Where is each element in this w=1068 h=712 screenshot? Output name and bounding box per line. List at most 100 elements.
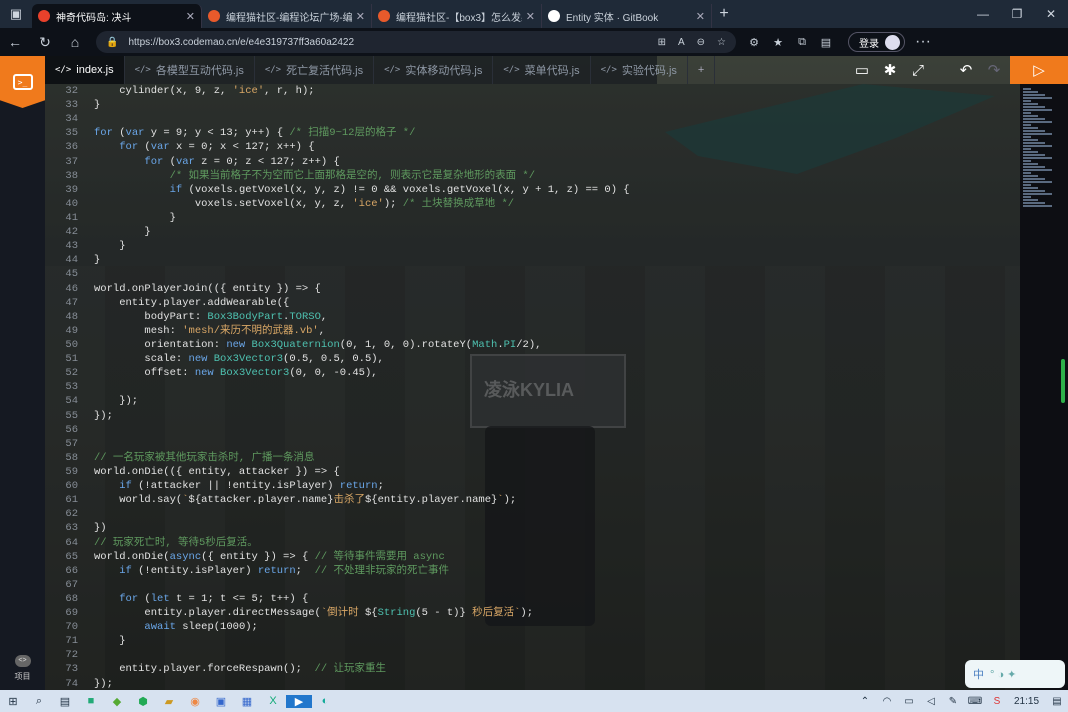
code-line[interactable]: 57 (45, 437, 1020, 451)
app-icon-green[interactable]: ◆ (104, 695, 130, 708)
code-line[interactable]: 59 world.onDie(({ entity, attacker }) => … (45, 465, 1020, 479)
expand-icon[interactable]: ⤢ (904, 62, 932, 79)
code-line[interactable]: 61 world.say(`${attacker.player.name}击杀了… (45, 493, 1020, 507)
code-line[interactable]: 66 if (!entity.isPlayer) return; // 不处理非… (45, 564, 1020, 578)
code-line[interactable]: 58 // 一名玩家被其他玩家击杀时, 广播一条消息 (45, 451, 1020, 465)
code-line[interactable]: 64 // 玩家死亡时, 等待5秒后复活。 (45, 536, 1020, 550)
editor-tab[interactable]: </> 死亡复活代码.js (255, 56, 375, 84)
code-line[interactable]: 43 } (45, 239, 1020, 253)
chrome-icon[interactable]: ◉ (182, 695, 208, 708)
excel-icon[interactable]: X (260, 695, 286, 707)
code-line[interactable]: 67 (45, 578, 1020, 592)
code-line[interactable]: 40 voxels.setVoxel(x, y, z, 'ice'); /* 土… (45, 197, 1020, 211)
editor-tab[interactable]: </> 菜单代码.js (493, 56, 591, 84)
code-line[interactable]: 73 entity.player.forceRespawn(); // 让玩家重… (45, 662, 1020, 676)
code-line[interactable]: 44} (45, 253, 1020, 267)
code-line[interactable]: 37 for (var z = 0; z < 127; z++) { (45, 155, 1020, 169)
volume-icon[interactable]: ◁ (920, 696, 942, 707)
clock[interactable]: 21:15 (1014, 696, 1039, 707)
collections-icon[interactable]: ⧉ (790, 36, 814, 49)
code-line[interactable]: 65 world.onDie(async({ entity }) => { // … (45, 550, 1020, 564)
close-tab-icon[interactable]: ✕ (696, 10, 705, 23)
code-line[interactable]: 69 entity.player.directMessage(`倒计时 ${St… (45, 606, 1020, 620)
browser-tab[interactable]: 编程猫社区-【box3】怎么发射实 ✕ (372, 4, 542, 28)
code-line[interactable]: 55}); (45, 409, 1020, 423)
code-line[interactable]: 35 for (var y = 9; y < 13; y++) { /* 扫描9~… (45, 126, 1020, 140)
shield-icon[interactable]: ⬢ (130, 695, 156, 708)
close-window-icon[interactable]: ✕ (1034, 7, 1068, 21)
favorite-add-icon[interactable]: ☆ (717, 37, 726, 48)
code-line[interactable]: 70 await sleep(1000); (45, 620, 1020, 634)
code-line[interactable]: 42 } (45, 225, 1020, 239)
editor-tab[interactable]: </> 实体移动代码.js (374, 56, 494, 84)
close-tab-icon[interactable]: ✕ (356, 10, 365, 23)
add-file-tab-button[interactable]: + (688, 56, 716, 84)
code-line[interactable]: 49 mesh: 'mesh/来历不明的武器.vb', (45, 324, 1020, 338)
start-icon[interactable]: ⊞ (0, 695, 26, 708)
read-aloud-icon[interactable]: A (678, 37, 685, 48)
code-line[interactable]: 32 cylinder(x, 9, z, 'ice', r, h); (45, 84, 1020, 98)
code-line[interactable]: 71 } (45, 634, 1020, 648)
code-line[interactable]: 33} (45, 98, 1020, 112)
comment-icon[interactable]: ▭ (848, 61, 876, 79)
code-line[interactable]: 68 for (let t = 1; t <= 5; t++) { (45, 592, 1020, 606)
code-line[interactable]: 50 orientation: new Box3Quaternion(0, 1,… (45, 338, 1020, 352)
code-line[interactable]: 56 (45, 423, 1020, 437)
code-line[interactable]: 63}) (45, 521, 1020, 535)
restore-icon[interactable]: ❐ (1000, 7, 1034, 21)
wallet-icon[interactable]: ▤ (814, 36, 838, 49)
browser-tab[interactable]: 神奇代码岛: 决斗 ✕ (32, 4, 202, 28)
close-tab-icon[interactable]: ✕ (186, 10, 195, 23)
login-button[interactable]: 登录 (848, 32, 905, 52)
store-icon[interactable]: ■ (78, 695, 104, 707)
antivirus-icon[interactable]: S (986, 696, 1008, 707)
close-tab-icon[interactable]: ✕ (526, 10, 535, 23)
code-editor[interactable]: 32 cylinder(x, 9, z, 'ice', r, h); 33} 34 3… (45, 84, 1020, 690)
project-button[interactable]: <> 项目 (0, 655, 45, 682)
code-minimap[interactable] (1020, 84, 1068, 690)
battery-icon[interactable]: ▭ (898, 696, 920, 707)
code-line[interactable]: 62 (45, 507, 1020, 521)
browser-tab[interactable]: Entity 实体 · GitBook ✕ (542, 4, 712, 28)
code-line[interactable]: 54 }); (45, 394, 1020, 408)
browser-tab[interactable]: 编程猫社区-编程论坛广场-编程猫 ✕ (202, 4, 372, 28)
app-available-icon[interactable]: ⊞ (658, 37, 666, 48)
editor-tab[interactable]: </> 实验代码.js (591, 56, 688, 84)
code-app-icon[interactable]: ▶ (286, 694, 312, 708)
undo-icon[interactable]: ↶ (952, 61, 980, 79)
zoom-icon[interactable]: ⊖ (697, 37, 705, 48)
new-tab-button[interactable]: + (712, 5, 736, 23)
code-line[interactable]: 46 world.onPlayerJoin(({ entity }) => { (45, 282, 1020, 296)
code-line[interactable]: 41 } (45, 211, 1020, 225)
code-line[interactable]: 74}); (45, 677, 1020, 690)
pen-icon[interactable]: ✎ (942, 696, 964, 707)
code-line[interactable]: 47 entity.player.addWearable({ (45, 296, 1020, 310)
favorites-icon[interactable]: ★ (766, 36, 790, 49)
tab-actions-icon[interactable]: ▣ (0, 0, 32, 28)
code-line[interactable]: 45 (45, 267, 1020, 281)
app-logo[interactable]: >_ (0, 56, 45, 108)
ime-indicator[interactable]: 中 ° ◑ ✦ (965, 660, 1065, 688)
url-field[interactable]: 🔒 https://box3.codemao.cn/e/e4e319737ff3… (96, 31, 736, 53)
extensions-icon[interactable]: ⚙ (742, 36, 766, 49)
code-line[interactable]: 39 if (voxels.getVoxel(x, y, z) != 0 && … (45, 183, 1020, 197)
code-line[interactable]: 52 offset: new Box3Vector3(0, 0, -0.45), (45, 366, 1020, 380)
folder-icon[interactable]: ▰ (156, 695, 182, 708)
code-line[interactable]: 36 for (var x = 0; x < 127; x++) { (45, 140, 1020, 154)
search-icon[interactable]: ⌕ (26, 695, 52, 708)
app-icon-blue[interactable]: ▣ (208, 695, 234, 708)
debug-icon[interactable]: ✱ (876, 61, 904, 79)
code-line[interactable]: 51 scale: new Box3Vector3(0.5, 0.5, 0.5)… (45, 352, 1020, 366)
redo-icon[interactable]: ↷ (980, 61, 1008, 79)
task-view-icon[interactable]: ▤ (52, 695, 78, 708)
input-method-icon[interactable]: ⌨ (964, 696, 986, 707)
code-line[interactable]: 34 (45, 112, 1020, 126)
code-line[interactable]: 72 (45, 648, 1020, 662)
windows-app-icon[interactable]: ▦ (234, 695, 260, 708)
editor-tab[interactable]: </> index.js (45, 56, 125, 84)
code-line[interactable]: 48 bodyPart: Box3BodyPart.TORSO, (45, 310, 1020, 324)
code-line[interactable]: 60 if (!attacker || !entity.isPlayer) re… (45, 479, 1020, 493)
back-icon[interactable]: ← (0, 34, 30, 50)
network-icon[interactable]: ◠ (876, 696, 898, 707)
code-line[interactable]: 38 /* 如果当前格子不为空而它上面那格是空的, 则表示它是复杂地形的表面 *… (45, 169, 1020, 183)
